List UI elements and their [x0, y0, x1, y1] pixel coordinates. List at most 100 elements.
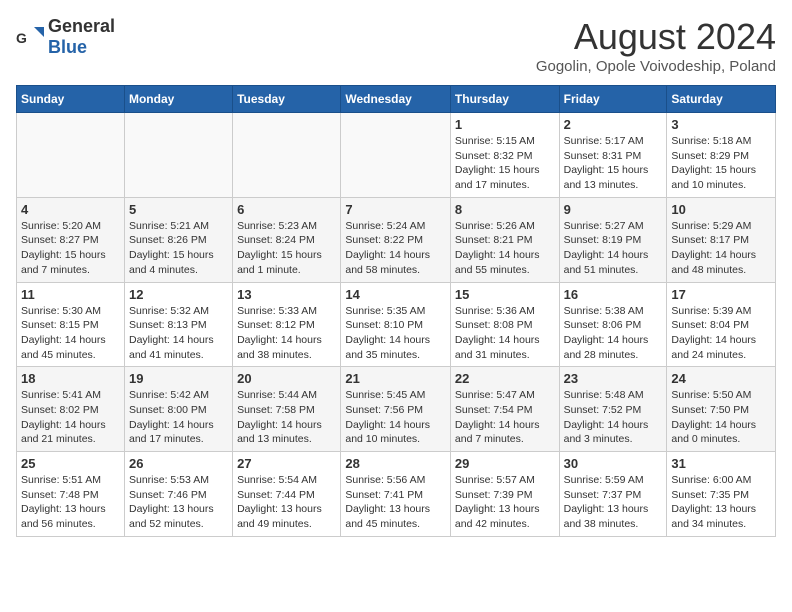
day-number: 6 [237, 202, 336, 217]
day-number: 16 [564, 287, 663, 302]
day-number: 14 [345, 287, 446, 302]
day-cell: 8 Sunrise: 5:26 AM Sunset: 8:21 PM Daylig… [450, 197, 559, 282]
day-number: 31 [671, 456, 771, 471]
day-cell: 18 Sunrise: 5:41 AM Sunset: 8:02 PM Dayli… [17, 367, 125, 452]
day-number: 25 [21, 456, 120, 471]
day-info: Sunrise: 5:17 AM Sunset: 8:31 PM Dayligh… [564, 134, 663, 193]
day-info: Sunrise: 5:26 AM Sunset: 8:21 PM Dayligh… [455, 219, 555, 278]
day-info: Sunrise: 5:51 AM Sunset: 7:48 PM Dayligh… [21, 473, 120, 532]
logo-icon: G [16, 23, 44, 51]
day-cell: 22 Sunrise: 5:47 AM Sunset: 7:54 PM Dayli… [450, 367, 559, 452]
day-number: 1 [455, 117, 555, 132]
day-cell: 19 Sunrise: 5:42 AM Sunset: 8:00 PM Dayli… [124, 367, 232, 452]
day-number: 18 [21, 371, 120, 386]
weekday-header-saturday: Saturday [667, 86, 776, 113]
day-info: Sunrise: 5:57 AM Sunset: 7:39 PM Dayligh… [455, 473, 555, 532]
day-cell: 3 Sunrise: 5:18 AM Sunset: 8:29 PM Daylig… [667, 113, 776, 198]
week-row-4: 18 Sunrise: 5:41 AM Sunset: 8:02 PM Dayli… [17, 367, 776, 452]
day-info: Sunrise: 5:44 AM Sunset: 7:58 PM Dayligh… [237, 388, 336, 447]
day-info: Sunrise: 5:50 AM Sunset: 7:50 PM Dayligh… [671, 388, 771, 447]
weekday-header-friday: Friday [559, 86, 667, 113]
day-info: Sunrise: 5:59 AM Sunset: 7:37 PM Dayligh… [564, 473, 663, 532]
day-info: Sunrise: 5:18 AM Sunset: 8:29 PM Dayligh… [671, 134, 771, 193]
logo-text-blue: Blue [48, 37, 87, 57]
day-number: 2 [564, 117, 663, 132]
day-info: Sunrise: 5:56 AM Sunset: 7:41 PM Dayligh… [345, 473, 446, 532]
day-number: 21 [345, 371, 446, 386]
day-cell: 4Sunrise: 5:20 AM Sunset: 8:27 PM Daylig… [17, 197, 125, 282]
day-cell: 26 Sunrise: 5:53 AM Sunset: 7:46 PM Dayli… [124, 452, 232, 537]
sub-title: Gogolin, Opole Voivodeship, Poland [536, 58, 776, 75]
logo: G General Blue [16, 16, 115, 58]
day-info: Sunrise: 5:27 AM Sunset: 8:19 PM Dayligh… [564, 219, 663, 278]
day-info: Sunrise: 5:29 AM Sunset: 8:17 PM Dayligh… [671, 219, 771, 278]
day-info: Sunrise: 5:53 AM Sunset: 7:46 PM Dayligh… [129, 473, 228, 532]
week-row-2: 4Sunrise: 5:20 AM Sunset: 8:27 PM Daylig… [17, 197, 776, 282]
day-number: 26 [129, 456, 228, 471]
day-cell: 21 Sunrise: 5:45 AM Sunset: 7:56 PM Dayli… [341, 367, 451, 452]
day-cell [233, 113, 341, 198]
day-number: 9 [564, 202, 663, 217]
day-cell: 29Sunrise: 5:57 AM Sunset: 7:39 PM Dayli… [450, 452, 559, 537]
day-info: Sunrise: 5:45 AM Sunset: 7:56 PM Dayligh… [345, 388, 446, 447]
day-cell: 10Sunrise: 5:29 AM Sunset: 8:17 PM Dayli… [667, 197, 776, 282]
calendar-table: SundayMondayTuesdayWednesdayThursdayFrid… [16, 85, 776, 537]
day-cell: 15 Sunrise: 5:36 AM Sunset: 8:08 PM Dayli… [450, 282, 559, 367]
day-cell [341, 113, 451, 198]
weekday-header-tuesday: Tuesday [233, 86, 341, 113]
day-cell: 23 Sunrise: 5:48 AM Sunset: 7:52 PM Dayli… [559, 367, 667, 452]
day-info: Sunrise: 5:24 AM Sunset: 8:22 PM Dayligh… [345, 219, 446, 278]
day-cell: 1Sunrise: 5:15 AM Sunset: 8:32 PM Daylig… [450, 113, 559, 198]
day-number: 12 [129, 287, 228, 302]
day-cell: 30Sunrise: 5:59 AM Sunset: 7:37 PM Dayli… [559, 452, 667, 537]
week-row-1: 1Sunrise: 5:15 AM Sunset: 8:32 PM Daylig… [17, 113, 776, 198]
day-number: 4 [21, 202, 120, 217]
day-info: Sunrise: 5:35 AM Sunset: 8:10 PM Dayligh… [345, 304, 446, 363]
day-cell: 9 Sunrise: 5:27 AM Sunset: 8:19 PM Daylig… [559, 197, 667, 282]
day-number: 15 [455, 287, 555, 302]
day-info: Sunrise: 5:33 AM Sunset: 8:12 PM Dayligh… [237, 304, 336, 363]
day-number: 28 [345, 456, 446, 471]
day-cell: 2 Sunrise: 5:17 AM Sunset: 8:31 PM Daylig… [559, 113, 667, 198]
day-number: 17 [671, 287, 771, 302]
week-row-3: 11Sunrise: 5:30 AM Sunset: 8:15 PM Dayli… [17, 282, 776, 367]
day-number: 5 [129, 202, 228, 217]
day-number: 3 [671, 117, 771, 132]
day-cell: 17Sunrise: 5:39 AM Sunset: 8:04 PM Dayli… [667, 282, 776, 367]
day-info: Sunrise: 5:48 AM Sunset: 7:52 PM Dayligh… [564, 388, 663, 447]
day-info: Sunrise: 5:54 AM Sunset: 7:44 PM Dayligh… [237, 473, 336, 532]
day-cell: 11Sunrise: 5:30 AM Sunset: 8:15 PM Dayli… [17, 282, 125, 367]
day-info: Sunrise: 5:47 AM Sunset: 7:54 PM Dayligh… [455, 388, 555, 447]
title-area: August 2024 Gogolin, Opole Voivodeship, … [536, 16, 776, 75]
day-info: Sunrise: 5:42 AM Sunset: 8:00 PM Dayligh… [129, 388, 228, 447]
main-title: August 2024 [536, 16, 776, 58]
day-number: 20 [237, 371, 336, 386]
day-cell: 13 Sunrise: 5:33 AM Sunset: 8:12 PM Dayli… [233, 282, 341, 367]
day-info: Sunrise: 5:36 AM Sunset: 8:08 PM Dayligh… [455, 304, 555, 363]
calendar-body: 1Sunrise: 5:15 AM Sunset: 8:32 PM Daylig… [17, 113, 776, 537]
day-number: 27 [237, 456, 336, 471]
weekday-header-thursday: Thursday [450, 86, 559, 113]
day-info: Sunrise: 5:41 AM Sunset: 8:02 PM Dayligh… [21, 388, 120, 447]
day-cell: 31 Sunrise: 6:00 AM Sunset: 7:35 PM Dayli… [667, 452, 776, 537]
day-info: Sunrise: 5:38 AM Sunset: 8:06 PM Dayligh… [564, 304, 663, 363]
weekday-header-monday: Monday [124, 86, 232, 113]
day-cell [124, 113, 232, 198]
day-number: 24 [671, 371, 771, 386]
day-cell: 12 Sunrise: 5:32 AM Sunset: 8:13 PM Dayli… [124, 282, 232, 367]
day-cell: 16 Sunrise: 5:38 AM Sunset: 8:06 PM Dayli… [559, 282, 667, 367]
day-cell: 28 Sunrise: 5:56 AM Sunset: 7:41 PM Dayli… [341, 452, 451, 537]
day-cell [17, 113, 125, 198]
day-number: 8 [455, 202, 555, 217]
weekday-header-wednesday: Wednesday [341, 86, 451, 113]
day-number: 13 [237, 287, 336, 302]
day-info: Sunrise: 6:00 AM Sunset: 7:35 PM Dayligh… [671, 473, 771, 532]
svg-text:G: G [16, 30, 27, 46]
day-number: 19 [129, 371, 228, 386]
day-info: Sunrise: 5:32 AM Sunset: 8:13 PM Dayligh… [129, 304, 228, 363]
weekday-header-sunday: Sunday [17, 86, 125, 113]
day-number: 22 [455, 371, 555, 386]
day-cell: 20 Sunrise: 5:44 AM Sunset: 7:58 PM Dayli… [233, 367, 341, 452]
logo-text-general: General [48, 16, 115, 36]
day-number: 23 [564, 371, 663, 386]
